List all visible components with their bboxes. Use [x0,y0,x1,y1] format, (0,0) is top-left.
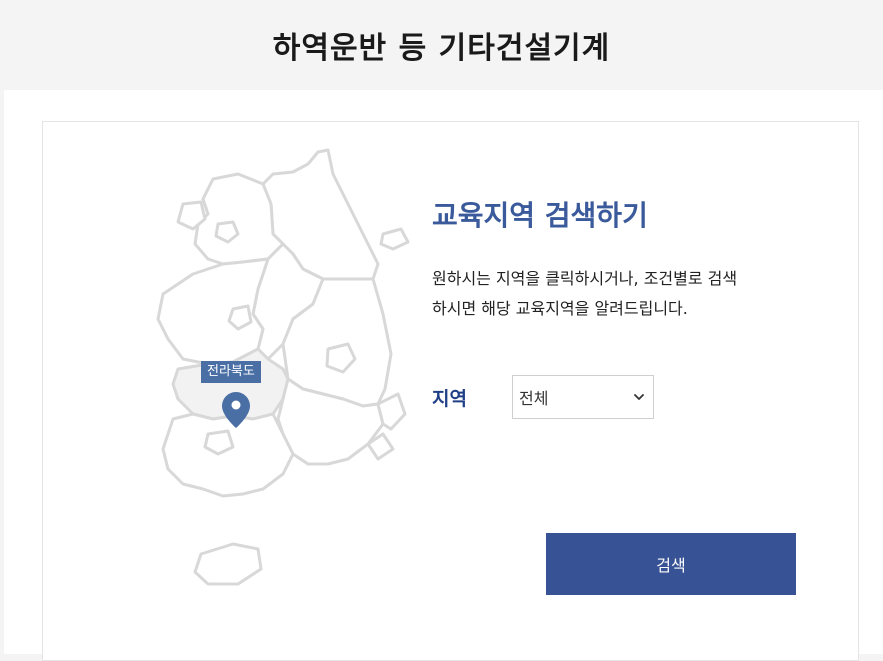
region-select-value: 전체 [519,389,549,408]
region-ulleung[interactable] [379,227,410,251]
korea-map-svg[interactable] [123,144,418,609]
map-pin-icon [222,392,250,428]
region-label: 지역 [432,388,467,410]
selected-region-label: 전라북도 [201,361,261,383]
main-content: 전라북도 교육지역 검색하기 원하시는 지역을 클릭하시거나, 조건별로 검색 … [4,90,883,661]
search-description: 원하시는 지역을 클릭하시거나, 조건별로 검색 하시면 해당 교육지역을 알려… [432,264,812,324]
search-description-line1: 원하시는 지역을 클릭하시거나, 조건별로 검색 [432,269,738,288]
region-jeju[interactable] [193,542,263,586]
search-title: 교육지역 검색하기 [432,199,648,232]
region-gwangju[interactable] [203,429,235,456]
korea-map[interactable] [123,144,418,609]
page-header: 하역운반 등 기타건설기계 [0,0,883,90]
page-title: 하역운반 등 기타건설기계 [272,31,611,66]
region-chungnam[interactable] [156,257,270,366]
region-select[interactable]: 전체 [512,375,654,419]
chevron-down-icon [634,394,644,400]
search-panel: 전라북도 교육지역 검색하기 원하시는 지역을 클릭하시거나, 조건별로 검색 … [42,121,859,661]
region-ulsan[interactable] [376,392,407,431]
search-button[interactable]: 검색 [546,533,796,595]
search-description-line2: 하시면 해당 교육지역을 알려드립니다. [432,299,688,318]
